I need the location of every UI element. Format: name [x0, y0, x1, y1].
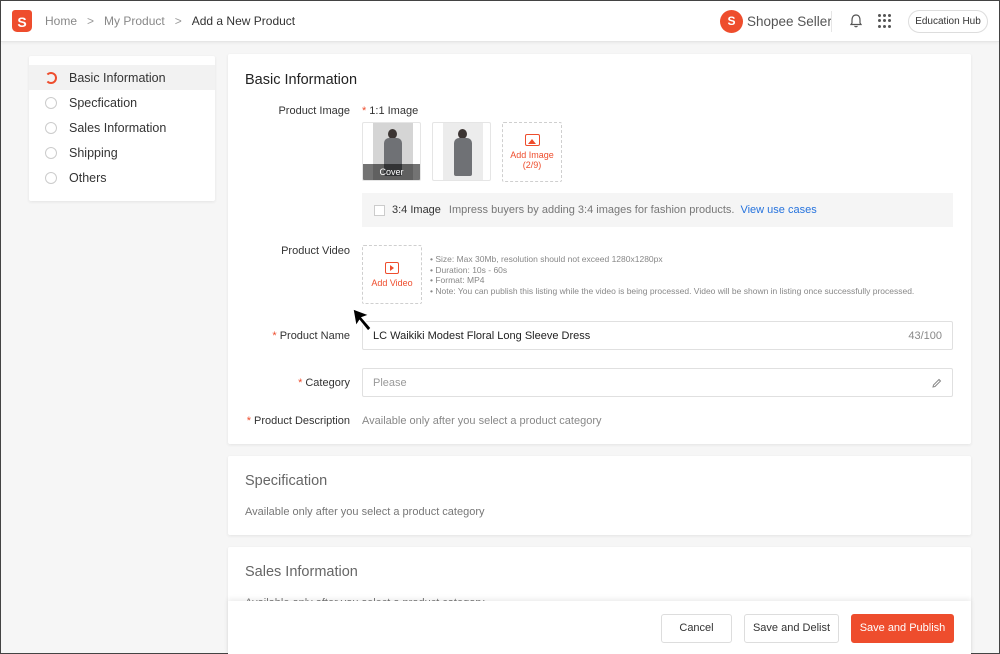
view-use-cases-link[interactable]: View use cases	[740, 204, 816, 216]
shopee-logo-icon[interactable]: S	[12, 10, 32, 32]
circle-icon	[45, 146, 57, 159]
nav-item-label: Others	[69, 170, 107, 185]
basic-information-card: Basic Information Product Image * 1:1 Ima…	[228, 54, 971, 444]
video-note: Format: MP4	[430, 275, 914, 286]
product-name-value: LC Waikiki Modest Floral Long Sleeve Dre…	[373, 329, 591, 342]
category-placeholder: Please	[373, 376, 407, 389]
ratio-label: * 1:1 Image	[362, 105, 419, 117]
product-video-label: Product Video	[281, 245, 350, 257]
product-photo	[443, 123, 483, 180]
top-bar: S Home > My Product > Add a New Product …	[1, 1, 999, 42]
add-image-count: (2/9)	[522, 160, 542, 170]
product-name-input[interactable]: LC Waikiki Modest Floral Long Sleeve Dre…	[362, 321, 953, 350]
divider	[831, 11, 832, 32]
fashion-image-row: 3:4 Image Impress buyers by adding 3:4 i…	[362, 193, 953, 227]
progress-ring-icon	[45, 71, 57, 84]
specification-card: Specification Available only after you s…	[228, 456, 971, 535]
save-and-publish-button[interactable]: Save and Publish	[851, 614, 954, 643]
mouse-cursor-icon	[352, 308, 372, 332]
nav-item-specification[interactable]: Specfication	[29, 90, 215, 115]
nav-item-shipping[interactable]: Shipping	[29, 140, 215, 165]
nav-item-label: Specfication	[69, 95, 138, 110]
cover-label: Cover	[363, 164, 420, 180]
education-hub-button[interactable]: Education Hub	[908, 10, 988, 33]
chevron-right-icon: >	[174, 14, 182, 28]
specification-hint: Available only after you select a produc…	[245, 506, 485, 518]
video-requirements: Size: Max 30Mb, resolution should not ex…	[430, 254, 914, 296]
fashion-image-desc: Impress buyers by adding 3:4 images for …	[448, 204, 735, 216]
video-note: Note: You can publish this listing while…	[430, 286, 914, 297]
product-image-cover[interactable]: Cover	[362, 122, 421, 181]
video-note: Size: Max 30Mb, resolution should not ex…	[430, 254, 914, 265]
character-count: 43/100	[908, 329, 942, 342]
circle-icon	[45, 96, 57, 109]
fashion-image-label: 3:4 Image	[392, 204, 441, 216]
add-image-button[interactable]: Add Image (2/9)	[502, 122, 562, 182]
chevron-right-icon: >	[87, 14, 95, 28]
circle-icon	[45, 171, 57, 184]
breadcrumb: Home > My Product > Add a New Product	[45, 14, 295, 28]
add-video-button[interactable]: Add Video	[362, 245, 422, 304]
breadcrumb-home[interactable]: Home	[45, 14, 77, 28]
nav-item-label: Basic Information	[69, 70, 166, 85]
apps-grid-icon[interactable]	[878, 14, 892, 28]
section-title: Sales Information	[245, 564, 358, 580]
nav-item-sales-information[interactable]: Sales Information	[29, 115, 215, 140]
category-label: * Category	[298, 377, 350, 389]
video-note: Duration: 10s - 60s	[430, 265, 914, 276]
description-hint: Available only after you select a produc…	[362, 415, 602, 427]
nav-item-label: Sales Information	[69, 120, 167, 135]
breadcrumb-current: Add a New Product	[191, 14, 296, 28]
pencil-icon[interactable]	[932, 378, 942, 388]
section-title: Specification	[245, 473, 328, 489]
section-nav: Basic Information Specfication Sales Inf…	[29, 56, 215, 201]
shopee-bag-icon: S	[720, 10, 743, 33]
nav-item-others[interactable]: Others	[29, 165, 215, 190]
product-image-label: Product Image	[278, 105, 350, 117]
section-title: Basic Information	[245, 72, 358, 88]
category-select[interactable]: Please	[362, 368, 953, 397]
add-video-icon	[385, 261, 399, 274]
save-and-delist-button[interactable]: Save and Delist	[744, 614, 839, 643]
brand-name: Shopee Seller	[747, 14, 832, 29]
breadcrumb-my-product[interactable]: My Product	[104, 14, 165, 28]
fashion-image-checkbox[interactable]	[374, 204, 385, 216]
circle-icon	[45, 121, 57, 134]
action-bar: Cancel Save and Delist Save and Publish	[228, 601, 971, 654]
product-image-2[interactable]	[432, 122, 491, 181]
add-video-label: Add Video	[371, 277, 413, 288]
product-description-label: * Product Description	[246, 415, 350, 427]
add-image-label: Add Image	[510, 150, 554, 160]
nav-item-basic-information[interactable]: Basic Information	[29, 65, 215, 90]
bell-icon[interactable]	[848, 13, 864, 29]
nav-item-label: Shipping	[69, 145, 118, 160]
cancel-button[interactable]: Cancel	[661, 614, 732, 643]
product-name-label: * Product Name	[272, 330, 350, 342]
add-image-icon	[524, 134, 540, 146]
